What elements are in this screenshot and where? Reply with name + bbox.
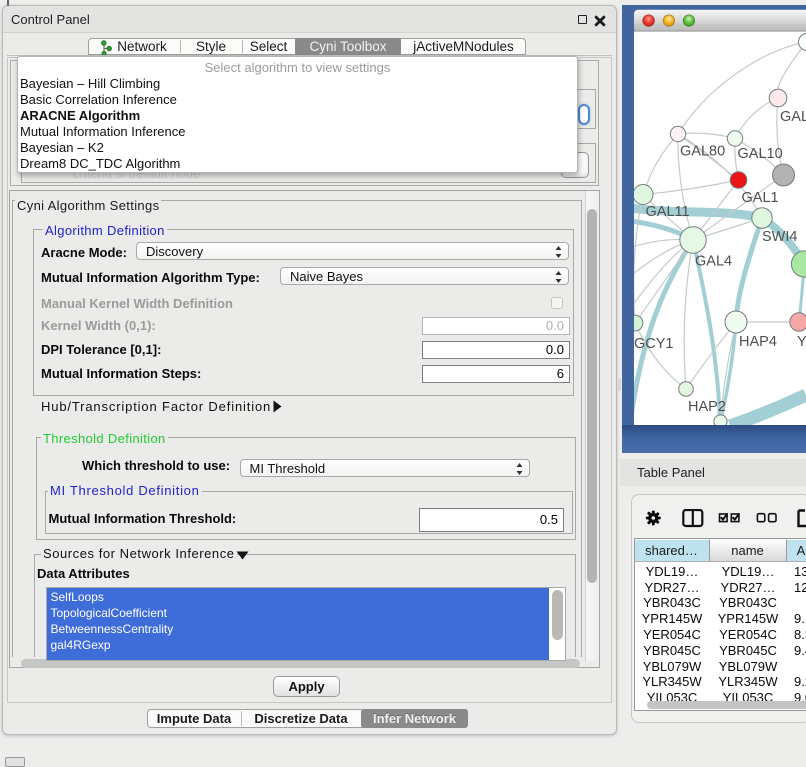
svg-text:HAP2: HAP2 — [688, 399, 726, 415]
svg-text:GCY1: GCY1 — [634, 336, 674, 352]
svg-text:GAL4: GAL4 — [695, 254, 732, 270]
svg-text:GAL1: GAL1 — [742, 190, 779, 206]
svg-text:HAP4: HAP4 — [739, 334, 777, 350]
svg-text:GAL11: GAL11 — [646, 204, 690, 220]
svg-text:SWI4: SWI4 — [762, 229, 797, 245]
svg-text:YJ: YJ — [797, 334, 806, 350]
svg-text:GAL80: GAL80 — [680, 144, 725, 160]
svg-text:GAL10: GAL10 — [738, 146, 783, 162]
svg-text:GAL2: GAL2 — [780, 109, 806, 125]
